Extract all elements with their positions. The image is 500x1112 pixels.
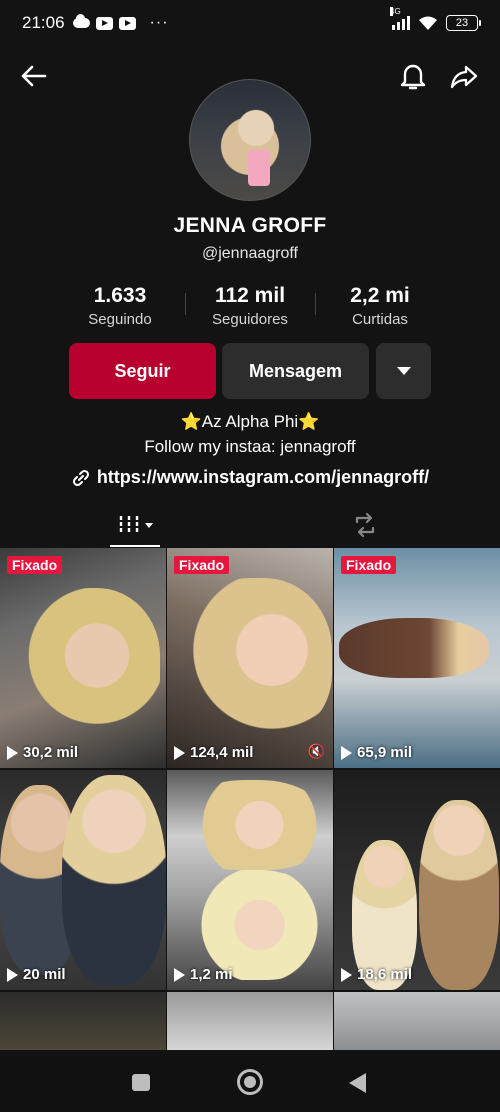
tile-subject: [419, 800, 499, 990]
view-count: 124,4 mil: [174, 744, 253, 761]
profile-stats: 1.633 Seguindo 112 mil Seguidores 2,2 mi…: [60, 284, 440, 328]
tile-subject: [20, 588, 160, 738]
play-icon: [174, 745, 185, 760]
youtube-icon: [95, 16, 113, 30]
play-icon: [174, 967, 185, 982]
share-arrow-icon: [450, 65, 478, 89]
tab-videos[interactable]: [110, 503, 160, 547]
video-grid: Fixado 30,2 mil Fixado 124,4 mil 🔇 Fixad…: [0, 548, 500, 1050]
muted-icon: 🔇: [307, 743, 325, 759]
stats-divider: [185, 293, 186, 315]
stat-following[interactable]: 1.633 Seguindo: [60, 284, 180, 328]
stat-label: Seguidores: [212, 311, 288, 328]
message-button[interactable]: Mensagem: [222, 343, 369, 399]
signal-icon: 4G: [390, 7, 410, 30]
profile-handle: @jennaagroff: [201, 245, 298, 262]
view-count: 30,2 mil: [7, 744, 78, 761]
play-icon: [7, 967, 18, 982]
chevron-down-icon: [396, 367, 411, 375]
follow-button[interactable]: Seguir: [69, 343, 216, 399]
bell-icon: [400, 64, 426, 90]
tile-subject: [62, 775, 166, 985]
bio-link-text: https://www.instagram.com/jennagroff/: [96, 467, 430, 487]
repost-icon: [355, 512, 375, 538]
arrow-left-icon: [21, 65, 47, 87]
tile-subject: [182, 578, 332, 738]
stat-value: 112 mil: [214, 284, 286, 307]
video-tile[interactable]: [0, 992, 166, 1050]
notifications-button[interactable]: [395, 58, 431, 94]
video-tile[interactable]: Fixado 124,4 mil 🔇: [167, 548, 333, 768]
recents-button[interactable]: [132, 1074, 150, 1091]
video-tile[interactable]: Fixado 30,2 mil: [0, 548, 166, 768]
bio-line: ⭐Az Alpha Phi⭐: [180, 412, 320, 431]
chevron-down-icon: [145, 522, 153, 528]
view-count: 65,9 mil: [341, 744, 412, 761]
link-icon: [72, 469, 89, 486]
share-button[interactable]: [446, 58, 482, 94]
avatar[interactable]: [189, 79, 311, 201]
system-nav-bar: [0, 1052, 500, 1112]
video-tile[interactable]: 20 mil: [0, 770, 166, 990]
tab-reposts[interactable]: [345, 507, 385, 543]
profile-name: JENNA GROFF: [173, 214, 327, 237]
stats-divider: [315, 293, 316, 315]
back-button[interactable]: [15, 58, 51, 94]
video-tile[interactable]: Fixado 65,9 mil: [334, 548, 500, 768]
avatar-phone-detail: [248, 150, 270, 186]
status-time: 21:06: [22, 13, 65, 32]
tile-subject: [177, 780, 327, 870]
stat-label: Curtidas: [352, 311, 408, 328]
stat-followers[interactable]: 112 mil Seguidores: [190, 284, 310, 328]
tile-subject: [177, 870, 327, 980]
home-button[interactable]: [237, 1069, 263, 1095]
stat-value: 1.633: [93, 284, 147, 307]
content-tabs: [0, 503, 500, 547]
grid-bars-icon: [119, 516, 139, 534]
stat-label: Seguindo: [88, 311, 152, 328]
tile-subject: [339, 618, 489, 678]
play-icon: [7, 745, 18, 760]
view-count: 1,2 mi: [174, 966, 233, 983]
stat-value: 2,2 mi: [350, 284, 410, 307]
youtube-icon: [118, 16, 136, 30]
status-bar: 21:06 ··· 4G 23: [0, 0, 500, 46]
bio-line: Follow my instaa: jennagroff: [144, 437, 356, 456]
pinned-badge: Fixado: [174, 556, 230, 574]
more-options-button[interactable]: [376, 343, 431, 399]
play-icon: [341, 745, 352, 760]
view-count: 18,6 mil: [341, 966, 412, 983]
view-count: 20 mil: [7, 966, 66, 983]
wifi-icon: [419, 16, 437, 30]
video-tile[interactable]: [167, 992, 333, 1050]
video-tile[interactable]: 1,2 mi: [167, 770, 333, 990]
stat-likes[interactable]: 2,2 mi Curtidas: [320, 284, 440, 328]
battery-icon: 23: [446, 15, 481, 31]
play-icon: [341, 967, 352, 982]
video-tile[interactable]: [334, 992, 500, 1050]
pinned-badge: Fixado: [341, 556, 397, 574]
pinned-badge: Fixado: [7, 556, 63, 574]
video-tile[interactable]: 18,6 mil: [334, 770, 500, 990]
more-notifications-icon: ···: [149, 14, 169, 31]
bio-link[interactable]: https://www.instagram.com/jennagroff/: [0, 467, 500, 488]
system-back-button[interactable]: [349, 1073, 366, 1093]
active-tab-indicator: [110, 545, 160, 547]
cloud-icon: [72, 14, 90, 28]
